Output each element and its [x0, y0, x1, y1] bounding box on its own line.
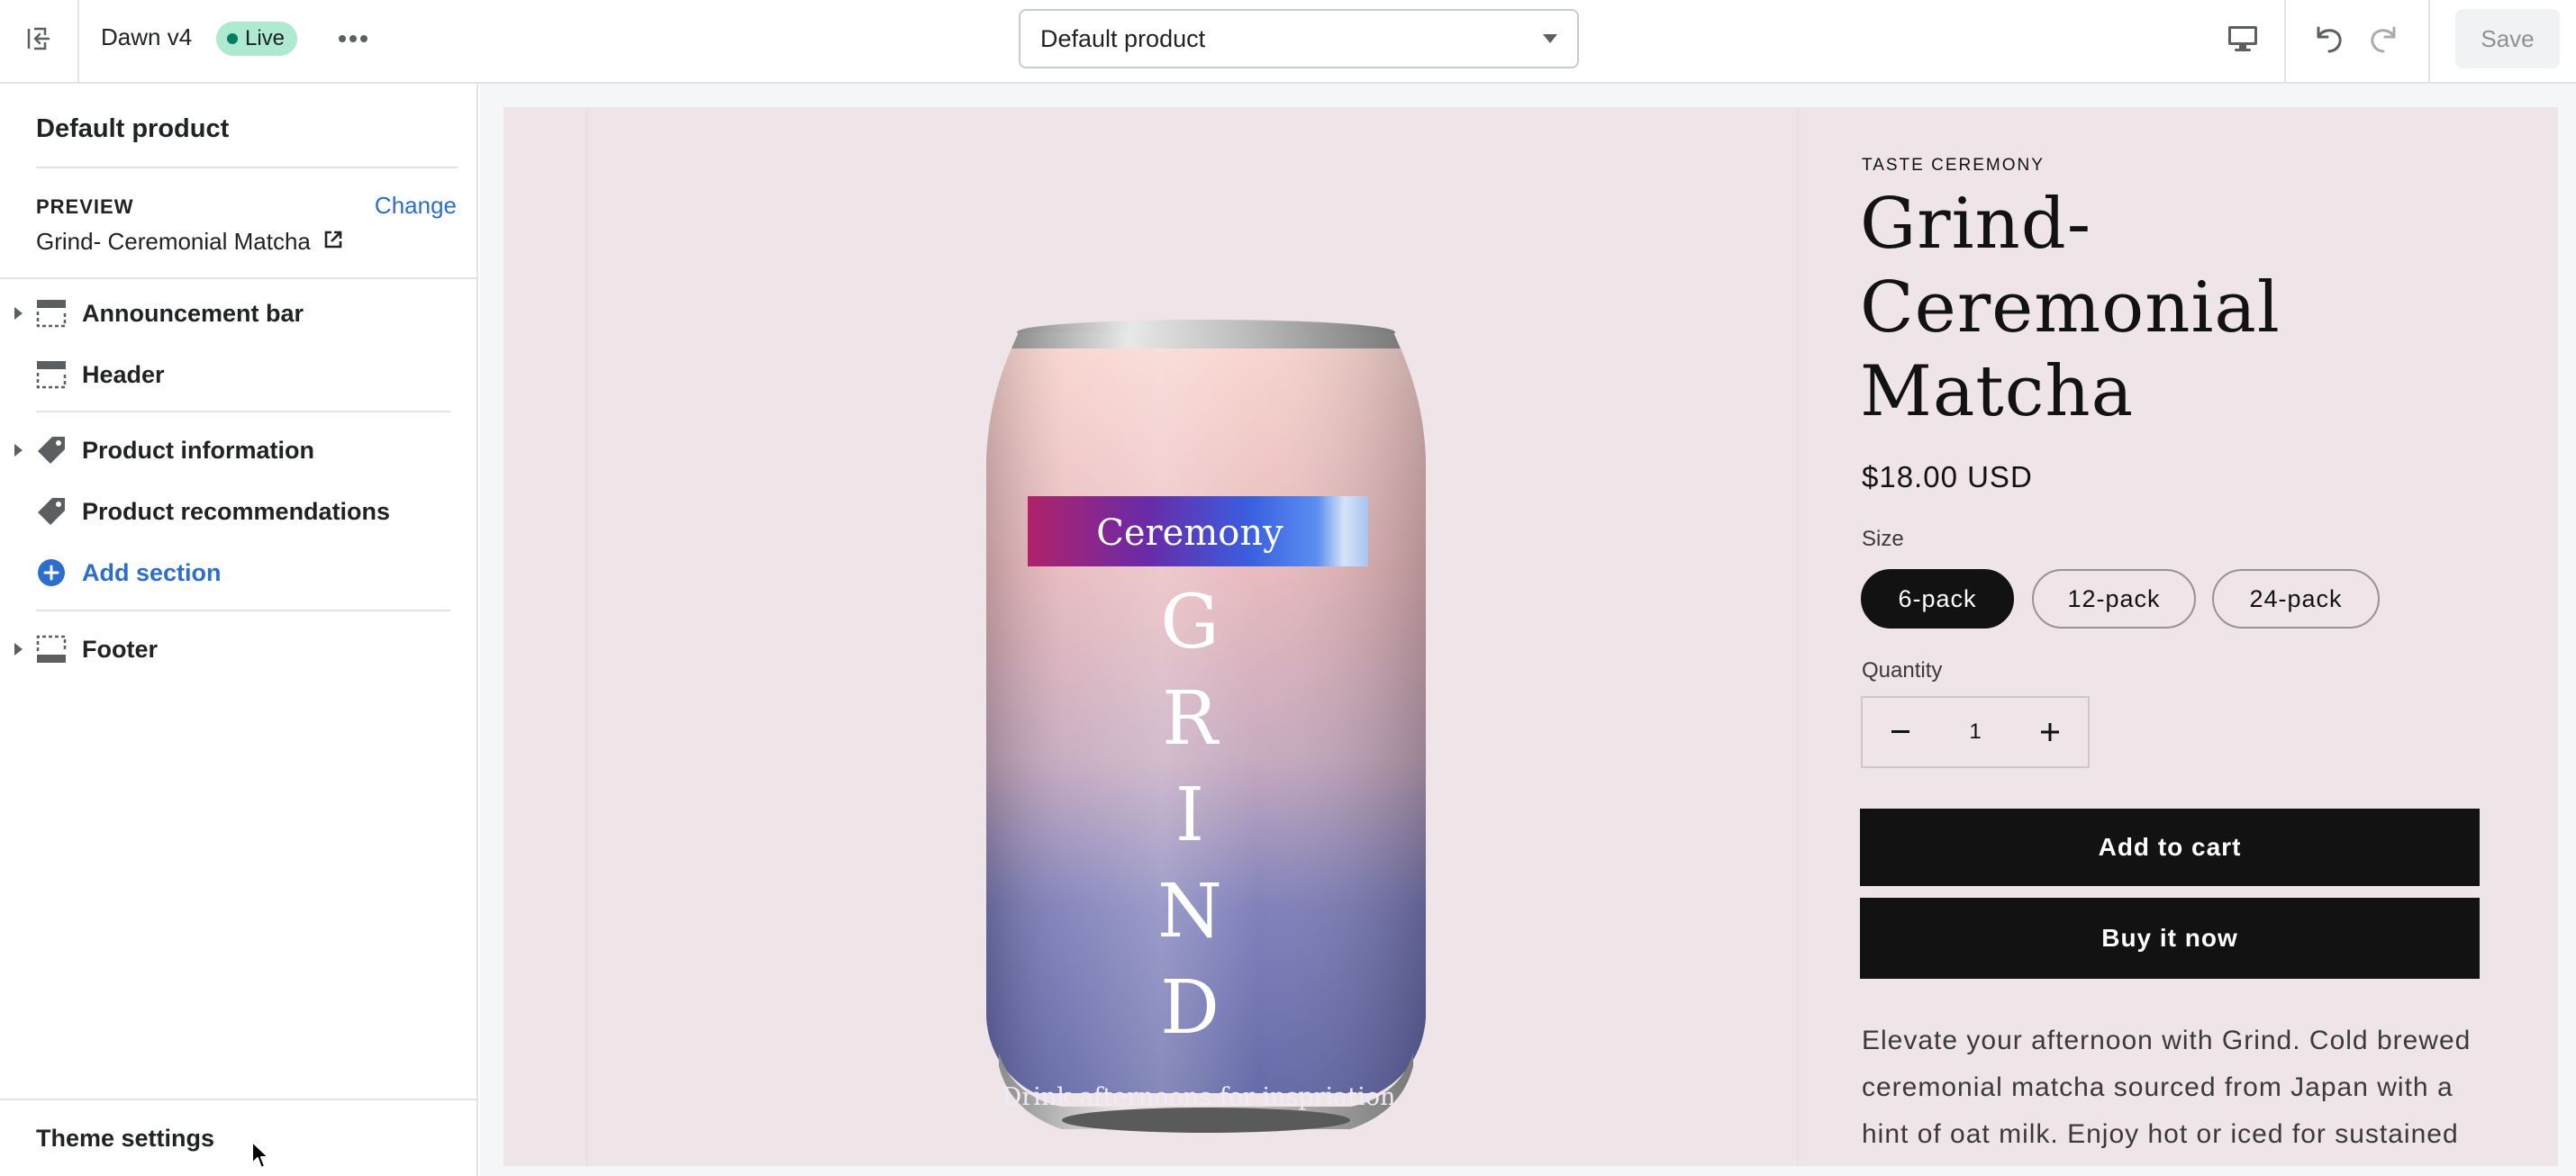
section-product-information[interactable]: Product information [0, 424, 459, 476]
quantity-label: Quantity [1862, 658, 1943, 683]
undo-button[interactable] [2302, 16, 2353, 65]
exit-button[interactable] [0, 0, 79, 82]
status-badge-label: Live [245, 26, 286, 50]
toolbar-divider [2284, 0, 2286, 82]
status-badge: Live [216, 22, 298, 56]
product-price: $18.00 USD [1862, 460, 2033, 493]
mouse-cursor-icon [250, 1140, 272, 1175]
expand-arrow-icon [14, 444, 23, 457]
quantity-stepper: 1 [1861, 696, 2090, 768]
tag-icon [36, 435, 67, 466]
plus-icon [2041, 723, 2059, 741]
theme-name: Dawn v4 [101, 23, 193, 50]
undo-icon [2309, 21, 2345, 61]
more-actions-button[interactable] [330, 20, 376, 59]
product-image[interactable]: Ceremony G R I N D Drink afternoons for … [954, 242, 1458, 1138]
section-product-recommendations[interactable]: Product recommendations [0, 485, 459, 538]
section-footer[interactable]: Footer [0, 623, 459, 675]
tag-icon [36, 496, 67, 527]
section-announcement-bar[interactable]: Announcement bar [0, 287, 459, 339]
layout-header-icon [36, 298, 67, 329]
template-select-value: Default product [1040, 24, 1206, 52]
can-letter: D [1160, 965, 1220, 1051]
store-preview: Ceremony G R I N D Drink afternoons for … [503, 107, 2558, 1166]
product-description: Elevate your afternoon with Grind. Cold … [1862, 1026, 2472, 1149]
quantity-decrease-button[interactable] [1863, 698, 1938, 766]
section-label: Product recommendations [82, 497, 391, 525]
divider [36, 610, 450, 611]
can-letter: G [1160, 580, 1220, 665]
add-section-label: Add section [82, 558, 222, 586]
product-title: Grind- Ceremonial Matcha [1860, 184, 2281, 432]
divider [36, 167, 458, 168]
toolbar-divider [2428, 0, 2430, 82]
chevron-down-icon [1543, 34, 1557, 43]
layout-guide [1797, 107, 1799, 1166]
save-button[interactable]: Save [2455, 9, 2560, 68]
template-select[interactable]: Default product [1019, 9, 1579, 68]
redo-icon [2367, 21, 2403, 61]
can-letter: I [1175, 773, 1204, 858]
size-label: Size [1862, 527, 1904, 551]
quantity-increase-button[interactable] [2012, 698, 2088, 766]
add-section-button[interactable]: Add section [0, 547, 459, 599]
size-option-12-pack[interactable]: 12-pack [2032, 569, 2196, 629]
divider [0, 277, 476, 279]
preview-product-name: Grind- Ceremonial Matcha [36, 228, 311, 255]
plus-circle-icon [36, 557, 67, 588]
preview-product-link[interactable]: Grind- Ceremonial Matcha [36, 228, 343, 256]
expand-arrow-icon [14, 307, 23, 320]
size-option-6-pack[interactable]: 6-pack [1861, 569, 2014, 629]
section-label: Footer [82, 635, 158, 663]
can-band-text: Ceremony [1096, 512, 1283, 554]
live-dot-icon [227, 33, 238, 44]
section-label: Header [82, 360, 165, 388]
external-link-icon [323, 228, 343, 256]
preview-canvas: Ceremony G R I N D Drink afternoons for … [480, 84, 2576, 1176]
change-preview-link[interactable]: Change [375, 192, 457, 220]
buy-it-now-button[interactable]: Buy it now [1860, 898, 2480, 979]
add-to-cart-button[interactable]: Add to cart [1860, 809, 2480, 886]
layout-header-icon [36, 359, 67, 390]
desktop-icon [2227, 24, 2259, 58]
expand-arrow-icon [14, 643, 23, 656]
editor-topbar: Dawn v4 Live Default product Save [0, 0, 2576, 84]
sidebar-title: Default product [36, 114, 230, 143]
section-header[interactable]: Header [0, 348, 459, 401]
sidebar: Default product PREVIEW Change Grind- Ce… [0, 84, 478, 1176]
product-vendor: TASTE CEREMONY [1862, 156, 2045, 175]
divider [36, 411, 450, 412]
layout-guide [586, 107, 588, 1166]
layout-footer-icon [36, 634, 67, 665]
can-tagline: Drink afternoons for inspriation [1002, 1083, 1396, 1111]
can-letter: N [1157, 869, 1222, 954]
quantity-input[interactable]: 1 [1938, 719, 2012, 745]
preview-label: PREVIEW [36, 195, 134, 218]
minus-icon [1891, 730, 1909, 733]
size-option-24-pack[interactable]: 24-pack [2212, 569, 2380, 629]
redo-button[interactable] [2360, 16, 2410, 65]
can-letter: R [1162, 676, 1220, 762]
theme-settings-button[interactable]: Theme settings [0, 1099, 476, 1176]
section-label: Announcement bar [82, 299, 304, 327]
desktop-preview-button[interactable] [2216, 18, 2270, 63]
ellipsis-icon [338, 32, 368, 48]
section-label: Product information [82, 436, 314, 464]
exit-icon [25, 25, 52, 57]
